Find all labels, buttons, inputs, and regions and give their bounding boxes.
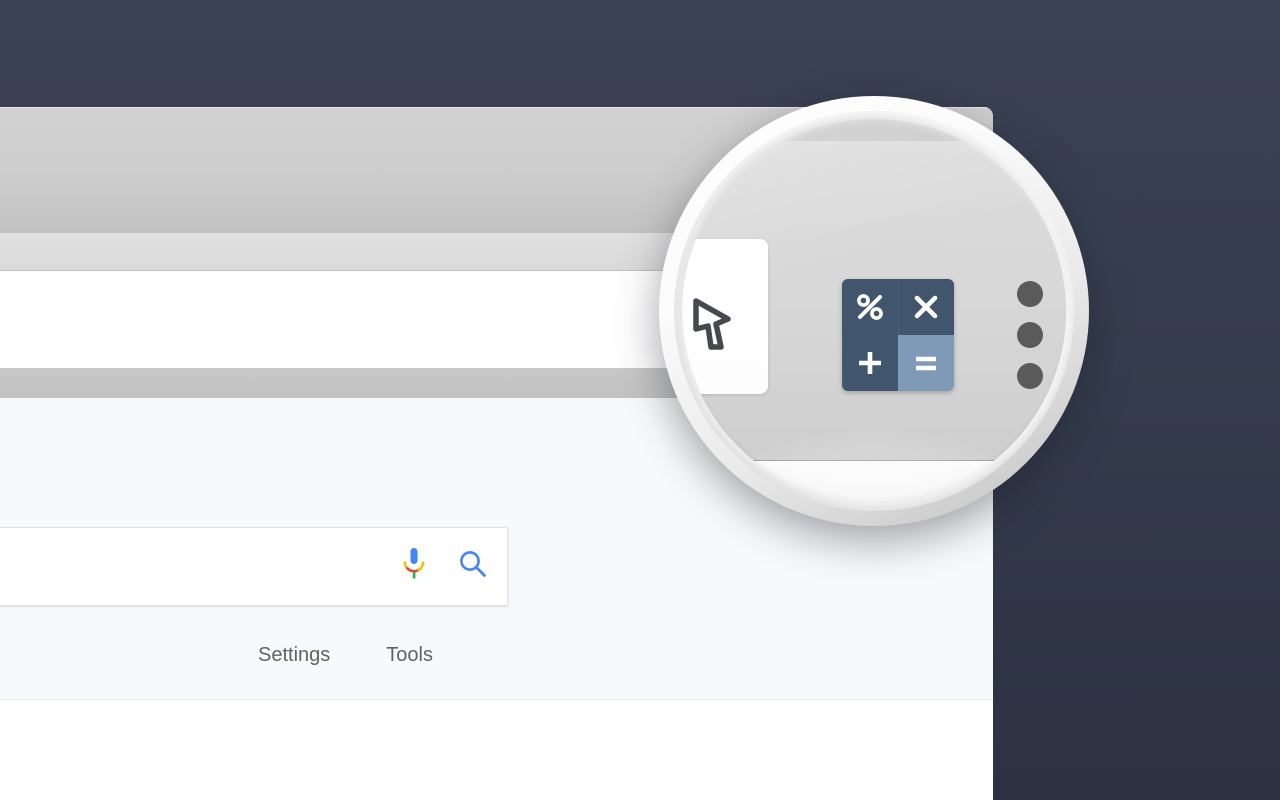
three-dot-menu-icon[interactable]: [1017, 281, 1043, 389]
equals-key[interactable]: [898, 335, 954, 391]
magnified-page-area: [682, 461, 1066, 503]
nav-link-tools[interactable]: Tools: [386, 644, 433, 667]
menu-dot: [1017, 281, 1043, 307]
menu-dot: [1017, 322, 1043, 348]
lens-magnified-content: [682, 119, 1066, 503]
magnified-tabstrip: [682, 119, 1066, 141]
magnifier-lens: [659, 96, 1089, 526]
plus-key[interactable]: [842, 335, 898, 391]
desktop-background: More Settings Tools: [0, 0, 1280, 800]
mouse-cursor: [690, 297, 736, 357]
address-bar[interactable]: [0, 285, 743, 351]
search-icon[interactable]: [457, 548, 489, 585]
microphone-icon[interactable]: [401, 547, 427, 586]
google-search-box[interactable]: [0, 527, 508, 606]
search-box-icons: [401, 528, 489, 605]
menu-dot: [1017, 363, 1043, 389]
percent-key[interactable]: [842, 279, 898, 335]
multiply-key[interactable]: [898, 279, 954, 335]
lens-face: [682, 119, 1066, 503]
search-tools-nav: More Settings Tools: [0, 625, 993, 685]
nav-link-settings[interactable]: Settings: [258, 644, 330, 667]
calculator-icon[interactable]: [842, 279, 954, 391]
search-nav-right: Settings Tools: [258, 644, 433, 667]
